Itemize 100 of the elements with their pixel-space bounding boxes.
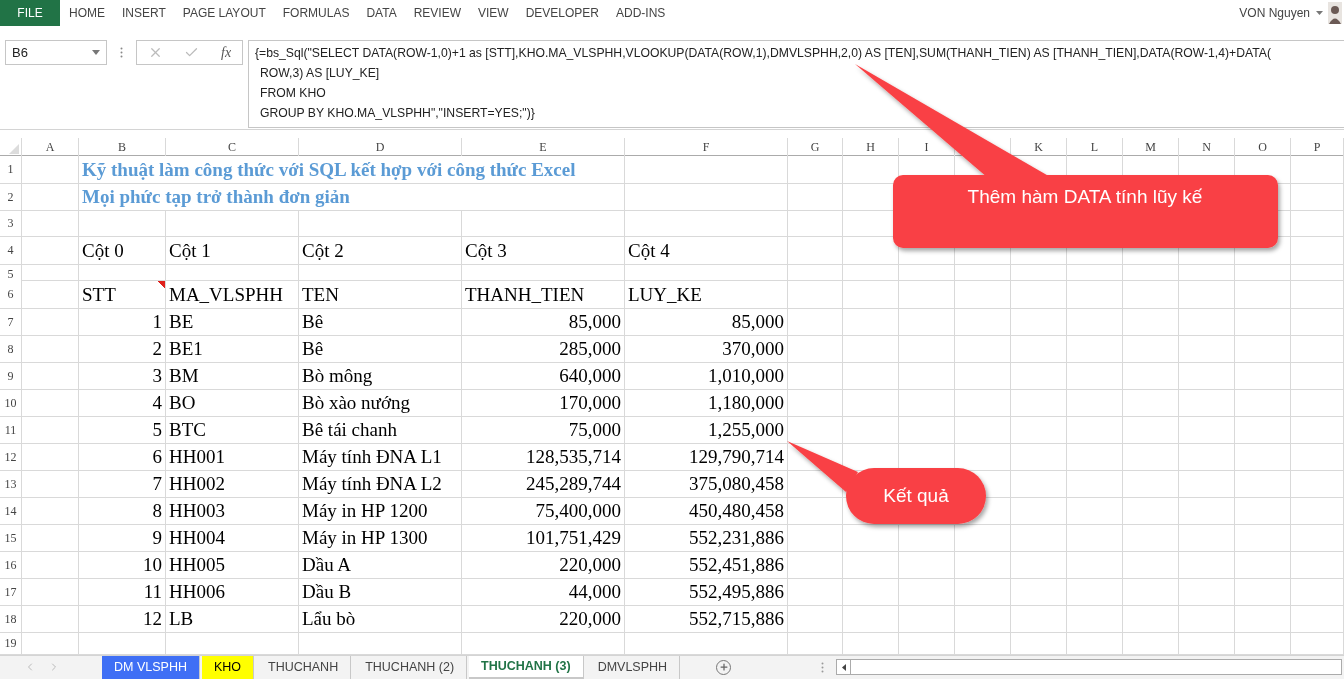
table-cell: Cột 3 [462,236,625,264]
column-header[interactable]: C [228,137,236,156]
table-cell: Bò xào nướng [299,389,462,416]
ribbon-tab[interactable]: REVIEW [405,0,469,26]
table-cell: 552,451,886 [625,551,788,578]
column-header[interactable]: G [810,137,820,156]
table-cell: 640,000 [462,362,625,389]
table-cell: LUY_KE [625,280,788,308]
file-tab[interactable]: FILE [0,0,60,26]
table-cell: Máy in HP 1300 [299,524,462,551]
table-cell: HH002 [166,470,299,497]
table-cell: LB [166,605,299,632]
column-header[interactable]: E [539,137,547,156]
title-cell: Mọi phức tạp trở thành đơn giản [79,183,625,210]
table-cell: 9 [79,524,166,551]
ribbon-tab[interactable]: HOME [61,0,113,26]
more-icon [821,661,824,673]
table-cell: Máy tính ĐNA L2 [299,470,462,497]
table-cell: 12 [79,605,166,632]
caret-icon[interactable] [1316,11,1323,15]
table-cell: BM [166,362,299,389]
column-header[interactable]: N [1202,137,1211,156]
table-cell: 552,715,886 [625,605,788,632]
table-cell: 220,000 [462,551,625,578]
column-header[interactable]: I [924,137,929,156]
sheet-tab[interactable]: THUCHANH (2) [353,655,468,679]
table-cell: Bê [299,308,462,335]
table-cell: Cột 4 [625,236,788,264]
ribbon-tab[interactable]: VIEW [470,0,517,26]
table-cell: TEN [299,280,462,308]
insert-function-button[interactable]: fx [221,42,232,63]
caret-icon[interactable] [92,50,100,55]
column-header[interactable]: H [866,137,875,156]
table-cell: 375,080,458 [625,470,788,497]
table-cell: 101,751,429 [462,524,625,551]
column-header[interactable]: D [375,137,385,156]
table-cell: 1,010,000 [625,362,788,389]
column-header[interactable]: L [1090,137,1099,156]
table-cell: 4 [79,389,166,416]
table-cell: BO [166,389,299,416]
table-cell: 129,790,714 [625,443,788,470]
sheet-tab[interactable]: DM VLSPHH [102,655,200,679]
formula-text: ROW,3) AS [LUY_KE] [259,65,381,82]
formula-input[interactable] [248,40,1344,128]
horizontal-scrollbar[interactable] [836,659,1342,676]
sheet-tab[interactable]: DMVLSPHH [585,655,681,679]
table-cell: 450,480,458 [625,497,788,524]
table-cell: 10 [79,551,166,578]
table-cell: HH006 [166,578,299,605]
table-cell: HH003 [166,497,299,524]
table-cell: BE [166,308,299,335]
table-cell: 7 [79,470,166,497]
table-cell: 245,289,744 [462,470,625,497]
name-box[interactable]: B6 [5,40,107,65]
table-cell: Cột 0 [79,236,166,264]
formula-text: {=bs_Sql("SELECT DATA(ROW-1,0)+1 as [STT],KHO.MA_VLSPHH,VLOOKUP(DATA(ROW,1),DMVLSPHH,2,0) AS [TEN],SUM(THANH_TIEN) AS [THANH_TIEN],DATA(ROW-1,4)+DATA( [255,45,1272,62]
ribbon-tab[interactable]: INSERT [114,0,174,26]
formula-text: FROM KHO [259,85,327,102]
table-cell: 170,000 [462,389,625,416]
table-cell: Cột 1 [166,236,299,264]
sheet-tab[interactable]: THUCHANH [256,655,352,679]
table-cell: 11 [79,578,166,605]
sheet-tab[interactable]: KHO [201,655,255,679]
table-cell: 85,000 [625,308,788,335]
title-cell: Kỹ thuật làm công thức với SQL kết hợp với công thức Excel [79,155,625,183]
table-cell: Bò mông [299,362,462,389]
column-header[interactable]: K [1034,137,1043,156]
ribbon-tab[interactable]: FORMULAS [274,0,358,26]
scroll-left-icon[interactable] [841,663,846,671]
ribbon-tab[interactable]: DATA [358,0,405,26]
table-cell: 75,000 [462,416,625,443]
column-header[interactable]: A [45,137,55,156]
formula-text: GROUP BY KHO.MA_VLSPHH","INSERT=YES;")} [259,105,536,122]
user-name[interactable]: VON Nguyen [1239,4,1310,22]
callout-text: Thêm hàm DATA tính lũy kế [967,186,1203,208]
table-cell: 5 [79,416,166,443]
table-cell: HH004 [166,524,299,551]
table-cell: 370,000 [625,335,788,362]
callout-text: Kết quả [883,485,949,507]
table-cell: Máy in HP 1200 [299,497,462,524]
avatar-icon[interactable] [1328,2,1342,24]
column-header[interactable]: M [1145,137,1156,156]
table-cell: BE1 [166,335,299,362]
table-cell: THANH_TIEN [462,280,625,308]
table-cell: Dầu B [299,578,462,605]
ribbon-tab[interactable]: DEVELOPER [517,0,607,26]
table-cell: 552,231,886 [625,524,788,551]
table-cell: 44,000 [462,578,625,605]
column-header[interactable]: P [1313,137,1321,156]
table-cell: Máy tính ĐNA L1 [299,443,462,470]
table-cell: 6 [79,443,166,470]
ribbon-tab[interactable]: ADD-INS [608,0,674,26]
sheet-tab[interactable]: THUCHANH (3) [469,655,584,679]
table-cell: 1,255,000 [625,416,788,443]
ribbon-tab[interactable]: PAGE LAYOUT [174,0,274,26]
table-cell: 8 [79,497,166,524]
column-header[interactable]: O [1258,137,1267,156]
column-header[interactable]: F [702,137,710,156]
column-header[interactable]: B [118,137,126,156]
table-cell: 128,535,714 [462,443,625,470]
